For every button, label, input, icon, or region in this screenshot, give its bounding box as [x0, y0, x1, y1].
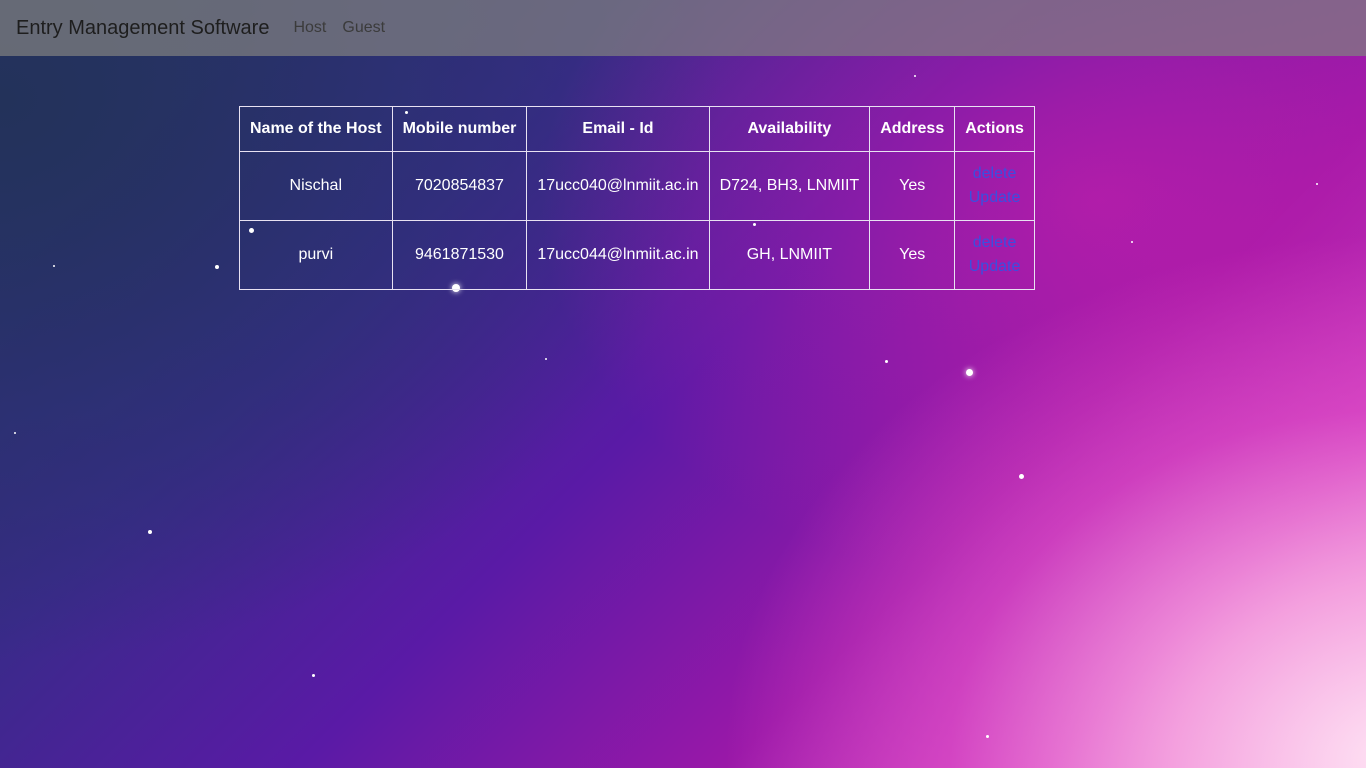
- update-link[interactable]: Update: [965, 255, 1024, 279]
- delete-link[interactable]: delete: [965, 231, 1024, 255]
- nav-link-host[interactable]: Host: [293, 19, 326, 37]
- cell-availability: D724, BH3, LNMIIT: [708, 151, 871, 221]
- cell-address: Yes: [869, 151, 956, 221]
- brand-link[interactable]: Entry Management Software: [16, 17, 269, 40]
- header-actions: Actions: [954, 106, 1035, 152]
- cell-availability: GH, LNMIIT: [708, 220, 871, 290]
- top-navbar: Entry Management Software Host Guest: [0, 0, 1366, 56]
- header-host-name: Name of the Host: [239, 106, 393, 152]
- table-row: purvi 9461871530 17ucc044@lnmiit.ac.in G…: [239, 220, 1035, 290]
- cell-mobile: 7020854837: [391, 151, 528, 221]
- header-mobile: Mobile number: [391, 106, 528, 152]
- cell-actions: delete Update: [954, 220, 1035, 290]
- cell-address: Yes: [869, 220, 956, 290]
- hosts-table: Name of the Host Mobile number Email - I…: [239, 106, 1035, 290]
- cell-actions: delete Update: [954, 151, 1035, 221]
- header-email: Email - Id: [526, 106, 710, 152]
- table-header-row: Name of the Host Mobile number Email - I…: [239, 106, 1035, 152]
- table-row: Nischal 7020854837 17ucc040@lnmiit.ac.in…: [239, 151, 1035, 221]
- header-address: Address: [869, 106, 956, 152]
- header-availability: Availability: [708, 106, 871, 152]
- nav-link-guest[interactable]: Guest: [342, 19, 385, 37]
- cell-email: 17ucc040@lnmiit.ac.in: [526, 151, 710, 221]
- cell-mobile: 9461871530: [391, 220, 528, 290]
- cell-host-name: purvi: [239, 220, 393, 290]
- cell-email: 17ucc044@lnmiit.ac.in: [526, 220, 710, 290]
- update-link[interactable]: Update: [965, 186, 1024, 210]
- cell-host-name: Nischal: [239, 151, 393, 221]
- delete-link[interactable]: delete: [965, 162, 1024, 186]
